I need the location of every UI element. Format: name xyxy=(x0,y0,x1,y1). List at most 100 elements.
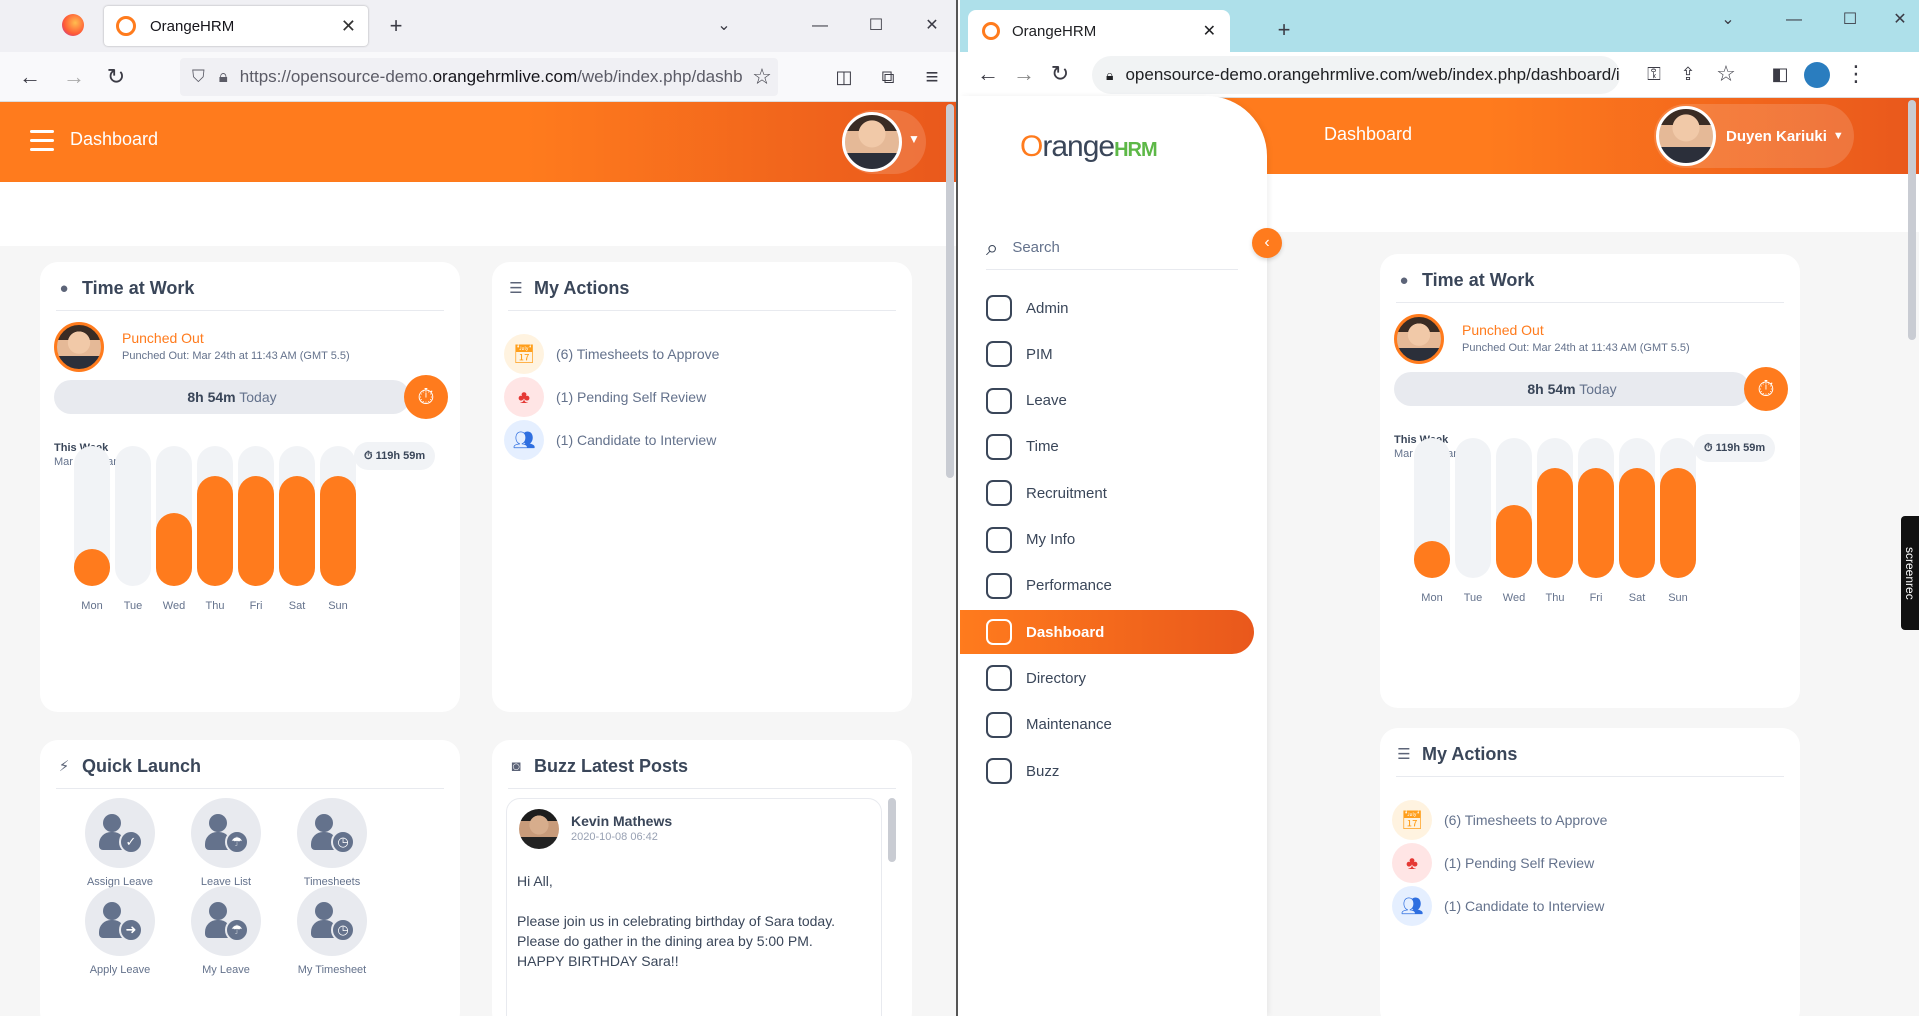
sidebar-item-recruitment[interactable]: Recruitment xyxy=(960,471,1254,515)
sidebar-item-buzz[interactable]: Buzz xyxy=(960,749,1254,793)
minimize-icon[interactable]: — xyxy=(1780,6,1808,34)
profile-avatar-icon[interactable] xyxy=(1804,62,1830,88)
bar-track-tue xyxy=(115,446,151,586)
key-icon[interactable]: ⚿ xyxy=(1640,60,1668,88)
lightning-icon: ⚡ xyxy=(58,757,70,775)
bar-track-fri xyxy=(238,446,274,586)
back-icon[interactable]: ← xyxy=(974,60,1002,88)
action-item[interactable]: 👥︎ (1) Candidate to Interview xyxy=(504,420,716,460)
close-window-icon[interactable]: ✕ xyxy=(1886,6,1914,34)
quick-launch-my-timesheet[interactable]: ◷ My Timesheet xyxy=(272,886,392,976)
bar-track-sun xyxy=(1660,438,1696,578)
right-page-scrollbar[interactable] xyxy=(1908,100,1916,340)
orangehrm-favicon xyxy=(116,16,136,36)
directory-icon xyxy=(986,665,1012,692)
hamburger-menu-icon[interactable] xyxy=(30,130,54,151)
sidebar-search[interactable]: ⌕ Search xyxy=(986,226,1238,270)
quick-launch-label: My Leave xyxy=(202,964,250,976)
review-icon: ♣ xyxy=(1392,843,1432,883)
left-app-topbar: Dashboard ▼ xyxy=(0,102,956,182)
sidebar-item-my-info[interactable]: My Info xyxy=(960,518,1254,562)
action-item[interactable]: 📅︎ (6) Timesheets to Approve xyxy=(504,334,719,374)
right-tab-orangehrm[interactable]: OrangeHRM ✕ xyxy=(968,10,1230,52)
new-tab-icon[interactable]: + xyxy=(1270,16,1298,44)
forward-icon[interactable]: → xyxy=(60,63,88,91)
card-title: ◙ Buzz Latest Posts xyxy=(508,756,688,777)
maximize-icon[interactable]: ☐ xyxy=(1836,6,1864,34)
sidebar-item-label: Admin xyxy=(1026,299,1069,317)
bar-day-label: Sun xyxy=(1668,592,1688,604)
minimize-icon[interactable]: — xyxy=(806,12,834,40)
bar-day-label: Mon xyxy=(81,600,103,612)
buzz-post[interactable]: Kevin Mathews 2020-10-08 06:42 Hi All, P… xyxy=(506,798,882,1016)
more-icon[interactable]: ⋮ xyxy=(1842,60,1870,88)
forward-icon[interactable]: → xyxy=(1010,60,1038,88)
quick-launch-apply-leave[interactable]: ➜ Apply Leave xyxy=(60,886,180,976)
close-window-icon[interactable]: ✕ xyxy=(918,12,946,40)
sidebar-item-label: My Info xyxy=(1026,531,1076,548)
card-title: ⚡ Quick Launch xyxy=(56,756,201,777)
pocket-icon[interactable]: ◫ xyxy=(830,63,858,91)
weekly-hours-chart: 8.12MonTue15.87Wed24.00Thu24.00Fri24.00S… xyxy=(1380,254,1800,708)
firefox-icon[interactable] xyxy=(62,14,84,36)
left-tab-orangehrm[interactable]: OrangeHRM ✕ xyxy=(104,6,368,46)
user-dropdown[interactable]: Duyen Kariuki ▼ xyxy=(1654,104,1854,168)
sidebar-item-label: Leave xyxy=(1026,392,1067,410)
list-tabs-icon[interactable]: ⌄ xyxy=(710,12,738,40)
leave-icon xyxy=(986,387,1012,414)
bar-track-tue xyxy=(1455,438,1491,578)
post-scrollbar[interactable] xyxy=(888,798,896,862)
sidebar-item-label: Dashboard xyxy=(1026,623,1105,641)
action-item[interactable]: ♣ (1) Pending Self Review xyxy=(504,377,706,417)
close-tab-icon[interactable]: ✕ xyxy=(341,16,356,37)
sidebar-item-directory[interactable]: Directory xyxy=(960,656,1254,700)
bar-track-wed xyxy=(1496,438,1532,578)
shield-icon: ⛉ xyxy=(192,67,205,86)
post-author: Kevin Mathews xyxy=(571,813,673,829)
quick-launch-leave-list[interactable]: ☂ Leave List xyxy=(166,798,286,888)
action-item[interactable]: ♣ (1) Pending Self Review xyxy=(1392,843,1594,883)
back-icon[interactable]: ← xyxy=(16,63,44,91)
maximize-icon[interactable]: ☐ xyxy=(862,12,890,40)
close-tab-icon[interactable]: ✕ xyxy=(1203,21,1216,41)
divider xyxy=(1396,776,1784,777)
calendar-icon: 📅︎ xyxy=(504,334,544,374)
quick-launch-assign-leave[interactable]: ✓ Assign Leave xyxy=(60,798,180,888)
menu-icon[interactable]: ≡ xyxy=(918,63,946,91)
quick-launch-my-leave[interactable]: ☂ My Leave xyxy=(166,886,286,976)
buzz-card: ◙ Buzz Latest Posts Kevin Mathews 2020-10… xyxy=(492,740,912,1016)
sidebar-item-label: PIM xyxy=(1026,345,1053,363)
sidebar-item-leave[interactable]: Leave xyxy=(960,379,1254,423)
action-label: (1) Candidate to Interview xyxy=(556,432,717,448)
left-page-scrollbar[interactable] xyxy=(946,104,954,478)
sidebar-item-time[interactable]: Time xyxy=(960,425,1254,469)
post-text: Hi All, Please join us in celebrating bi… xyxy=(517,873,836,969)
bookmark-star-icon[interactable]: ☆ xyxy=(1712,60,1740,88)
action-item[interactable]: 📅︎ (6) Timesheets to Approve xyxy=(1392,800,1607,840)
sidebar-item-admin[interactable]: Admin xyxy=(960,286,1254,330)
sidebar-item-pim[interactable]: PIM xyxy=(960,332,1254,376)
reload-icon[interactable]: ↻ xyxy=(1046,60,1074,88)
reload-icon[interactable]: ↻ xyxy=(102,63,130,91)
user-dropdown[interactable]: ▼ xyxy=(842,110,926,174)
extensions-icon[interactable]: ⧉ xyxy=(874,63,902,91)
address-bar[interactable]: ⛉ 🔒︎ https://opensource-demo. orangehrmli… xyxy=(180,58,778,96)
sidebar-item-performance[interactable]: Performance xyxy=(960,564,1254,608)
address-bar[interactable]: 🔒︎ opensource-demo.orangehrmlive.com/web… xyxy=(1092,56,1620,94)
sidebar-item-dashboard[interactable]: Dashboard xyxy=(960,610,1254,655)
sidebar-item-label: Recruitment xyxy=(1026,484,1107,502)
bookmark-star-icon[interactable]: ☆ xyxy=(748,63,776,91)
orangehrm-logo: OrangeHRM xyxy=(1020,130,1158,163)
left-dashboard-body: ● Time at Work Punched Out Punched Out: M… xyxy=(0,246,956,1016)
share-icon[interactable]: ⇪ xyxy=(1674,60,1702,88)
search-icon: ⌕ xyxy=(986,234,999,260)
tab-search-icon[interactable]: ⌄ xyxy=(1714,6,1742,34)
action-item[interactable]: 👥︎ (1) Candidate to Interview xyxy=(1392,886,1604,926)
side-panel-icon[interactable]: ◧ xyxy=(1766,60,1794,88)
quick-launch-timesheets[interactable]: ◷ Timesheets xyxy=(272,798,392,888)
new-tab-icon[interactable]: + xyxy=(382,12,410,40)
bar-wed xyxy=(156,513,192,586)
sidebar-item-maintenance[interactable]: Maintenance xyxy=(960,703,1254,747)
collapse-sidebar-icon[interactable]: ‹ xyxy=(1252,228,1282,258)
screenrec-badge[interactable]: screenrec xyxy=(1901,516,1919,630)
